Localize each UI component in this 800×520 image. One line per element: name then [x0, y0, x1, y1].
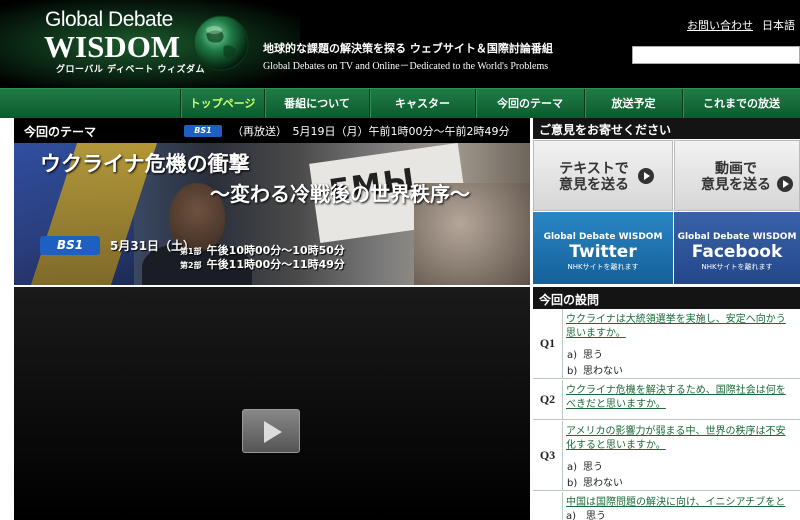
question-text[interactable]: ウクライナ危機を解決するため、国際社会は何を べきだと思いますか。: [566, 384, 800, 412]
question-line[interactable]: 思いますか。: [566, 327, 800, 341]
facebook-note: NHKサイトを離れます: [701, 263, 773, 271]
question-item: Q1 ウクライナは大統領選挙を実施し、安定へ向かう 思いますか。 a) 思う b)…: [533, 309, 800, 379]
send-text-label-line2: 意見を送る: [559, 177, 629, 193]
questions-list: Q1 ウクライナは大統領選挙を実施し、安定へ向かう 思いますか。 a) 思う b)…: [533, 309, 800, 520]
twitter-note: NHKサイトを離れます: [567, 263, 639, 271]
question-text[interactable]: 中国は国際問題の解決に向け、イニシアチブをと a) 思う: [566, 496, 800, 520]
send-video-opinion-button[interactable]: 動画で 意見を送る: [674, 140, 800, 211]
nav-item-top[interactable]: トップページ: [180, 89, 264, 119]
twitter-button[interactable]: Global Debate WISDOM Twitter NHKサイトを離れます: [533, 212, 673, 284]
question-line[interactable]: ウクライナは大統領選挙を実施し、安定へ向かう: [566, 313, 800, 327]
logo-main-text[interactable]: WISDOM: [44, 29, 180, 65]
questions-heading: 今回の設問: [533, 287, 800, 309]
send-text-opinion-button[interactable]: テキストで 意見を送る: [533, 140, 673, 211]
answer-option[interactable]: b) 思わない: [567, 474, 623, 489]
language-label[interactable]: 日本語: [762, 17, 795, 33]
question-number: Q2: [533, 380, 563, 419]
question-item: Q3 アメリカの影響力が弱まる中、世界の秩序は不安 化すると思いますか。 a) 思…: [533, 421, 800, 491]
question-number: [533, 492, 563, 520]
question-text[interactable]: アメリカの影響力が弱まる中、世界の秩序は不安 化すると思いますか。: [566, 425, 800, 453]
theme-header-bar: 今回のテーマ BS1 （再放送） 5月19日（月）午前1時00分～午前2時49分: [14, 118, 530, 143]
question-line[interactable]: アメリカの影響力が弱まる中、世界の秩序は不安: [566, 425, 800, 439]
theme-banner[interactable]: 今回のテーマ BS1 （再放送） 5月19日（月）午前1時00分～午前2時49分…: [14, 118, 530, 285]
bs1-channel-badge: BS1: [40, 236, 100, 255]
search-input[interactable]: [632, 46, 800, 64]
nav-item-theme[interactable]: 今回のテーマ: [475, 89, 584, 119]
twitter-label: Twitter: [569, 242, 637, 262]
part2-label: 第2部: [180, 261, 202, 270]
theme-subtitle: ～変わる冷戦後の世界秩序～: [210, 182, 470, 206]
nav-item-about[interactable]: 番組について: [264, 89, 369, 119]
send-text-label-line1: テキストで: [559, 161, 629, 177]
rebroadcast-time: （再放送） 5月19日（月）午前1時00分～午前2時49分: [232, 125, 510, 138]
question-number: Q3: [533, 421, 563, 490]
arrow-right-icon: [777, 176, 793, 192]
play-icon: [264, 421, 282, 443]
nav-item-casters[interactable]: キャスター: [369, 89, 475, 119]
question-text[interactable]: ウクライナは大統領選挙を実施し、安定へ向かう 思いますか。: [566, 313, 800, 341]
arrow-right-icon: [638, 168, 654, 184]
theme-title: ウクライナ危機の衝撃: [40, 151, 250, 176]
play-button[interactable]: [242, 409, 300, 453]
nav-item-schedule[interactable]: 放送予定: [584, 89, 682, 119]
bs1-channel-badge-small: BS1: [184, 125, 222, 137]
question-line[interactable]: ウクライナ危機を解決するため、国際社会は何を: [566, 384, 800, 398]
answer-option[interactable]: a) 思う: [567, 458, 603, 473]
facebook-label: Facebook: [691, 242, 783, 262]
question-item: Q2 ウクライナ危機を解決するため、国際社会は何を べきだと思いますか。: [533, 380, 800, 420]
facebook-button[interactable]: Global Debate WISDOM Facebook NHKサイトを離れま…: [674, 212, 800, 284]
theme-section-label: 今回のテーマ: [24, 125, 97, 139]
question-line[interactable]: 中国は国際問題の解決に向け、イニシアチブをと: [566, 496, 800, 510]
answer-option[interactable]: b) 思わない: [567, 362, 623, 377]
tagline-english: Global Debates on TV and Online－Dedicate…: [263, 61, 549, 72]
opinion-heading: ご意見をお寄せください: [533, 118, 800, 139]
main-nav: トップページ 番組について キャスター 今回のテーマ 放送予定 これまでの放送: [0, 88, 800, 119]
question-line[interactable]: 化すると思いますか。: [566, 439, 800, 453]
globe-icon: [193, 15, 249, 71]
video-player[interactable]: [14, 287, 530, 520]
facebook-program-name: Global Debate WISDOM: [677, 232, 797, 242]
twitter-program-name: Global Debate WISDOM: [543, 232, 663, 242]
part2-schedule: 第2部 午後11時00分～11時49分: [180, 253, 345, 272]
send-video-label-line1: 動画で: [715, 161, 757, 177]
send-video-label-line2: 意見を送る: [701, 177, 771, 193]
question-item: 中国は国際問題の解決に向け、イニシアチブをと a) 思う: [533, 492, 800, 520]
answer-option[interactable]: a) 思う: [567, 346, 603, 361]
question-line[interactable]: べきだと思いますか。: [566, 398, 800, 412]
contact-link[interactable]: お問い合わせ: [687, 17, 753, 33]
question-line[interactable]: a) 思う: [566, 510, 800, 520]
nav-item-archive[interactable]: これまでの放送: [682, 89, 800, 119]
part2-time: 午後11時00分～11時49分: [206, 258, 345, 271]
logo-sub-text: グローバル ディベート ウィズダム: [56, 65, 206, 75]
tagline-japanese: 地球的な課題の解決策を探る ウェブサイト＆国際討論番組: [263, 42, 553, 55]
site-header: Global Debate WISDOM グローバル ディベート ウィズダム 地…: [0, 0, 800, 88]
question-number: Q1: [533, 309, 563, 378]
